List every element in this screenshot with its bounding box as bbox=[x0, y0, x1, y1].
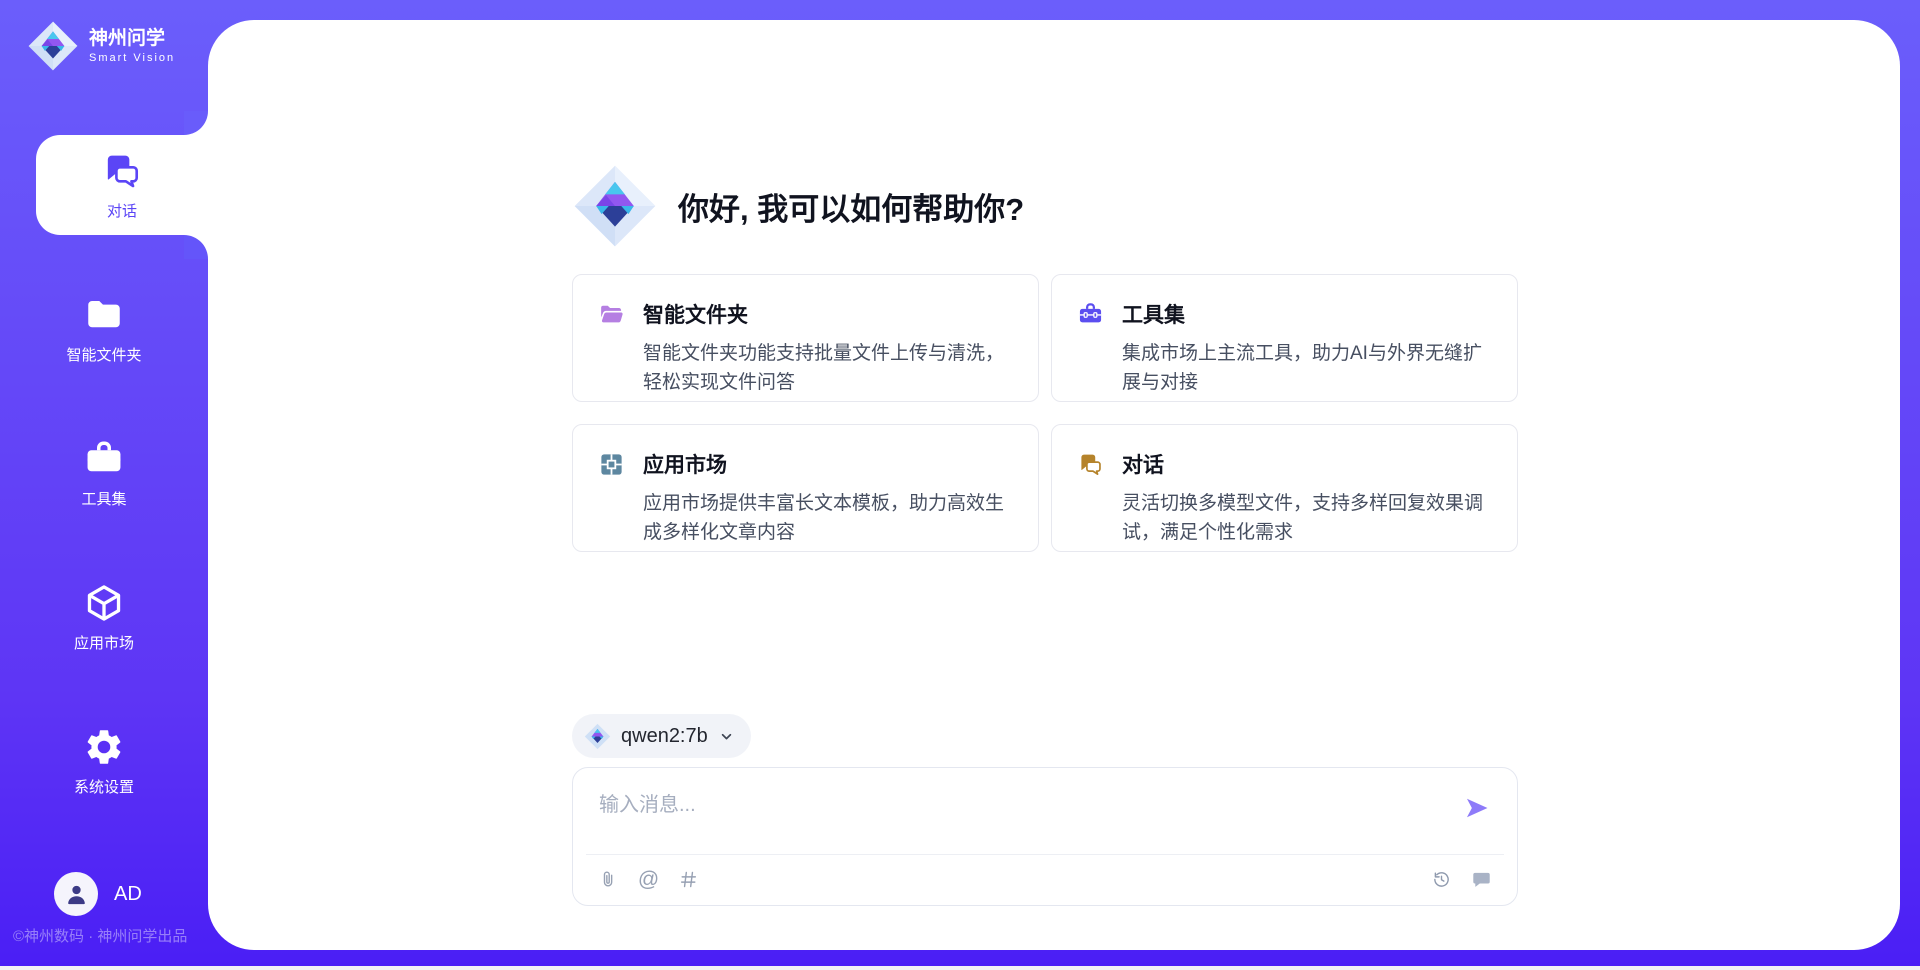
card-title: 应用市场 bbox=[643, 449, 1014, 479]
card-title: 对话 bbox=[1122, 449, 1493, 479]
model-diamond-icon bbox=[584, 723, 611, 750]
card-title: 智能文件夹 bbox=[643, 299, 1014, 329]
main-panel: 你好, 我可以如何帮助你? 智能文件夹 智能文件夹功能支持批量文件上传与清洗，轻… bbox=[208, 20, 1900, 950]
toolbox-icon bbox=[83, 438, 125, 480]
chat-bubbles-icon bbox=[1077, 451, 1104, 478]
sidebar-item-settings[interactable]: 系统设置 bbox=[0, 711, 208, 811]
card-toolset[interactable]: 工具集 集成市场上主流工具，助力AI与外界无缝扩展与对接 bbox=[1051, 274, 1518, 402]
history-icon bbox=[1431, 869, 1452, 890]
card-description: 灵活切换多模型文件，支持多样回复效果调试，满足个性化需求 bbox=[1122, 489, 1493, 547]
brand: 神州问学 Smart Vision bbox=[27, 20, 175, 72]
sidebar-item-label: 工具集 bbox=[81, 488, 126, 509]
card-app-market[interactable]: 应用市场 应用市场提供丰富长文本模板，助力高效生成多样化文章内容 bbox=[572, 424, 1039, 552]
app-grid-icon bbox=[598, 451, 625, 478]
at-icon: @ bbox=[638, 869, 659, 890]
sidebar-item-smart-folder[interactable]: 智能文件夹 bbox=[0, 279, 208, 379]
brand-name: 神州问学 bbox=[89, 28, 175, 50]
send-button[interactable] bbox=[1463, 793, 1493, 823]
model-name: qwen2:7b bbox=[621, 725, 708, 748]
toolbox-icon bbox=[1077, 301, 1104, 328]
model-selector[interactable]: qwen2:7b bbox=[572, 714, 751, 758]
mention-button[interactable]: @ bbox=[637, 868, 660, 891]
folder-icon bbox=[83, 294, 125, 336]
sidebar-item-toolset[interactable]: 工具集 bbox=[0, 423, 208, 523]
hero-diamond-icon bbox=[572, 163, 658, 249]
send-icon bbox=[1463, 794, 1491, 822]
chat-bubble-icon bbox=[1471, 869, 1492, 890]
tab-curve-bottom bbox=[184, 235, 208, 259]
card-chat[interactable]: 对话 灵活切换多模型文件，支持多样回复效果调试，满足个性化需求 bbox=[1051, 424, 1518, 552]
card-description: 智能文件夹功能支持批量文件上传与清洗，轻松实现文件问答 bbox=[643, 339, 1014, 397]
gear-icon bbox=[83, 726, 125, 768]
feature-cards: 智能文件夹 智能文件夹功能支持批量文件上传与清洗，轻松实现文件问答 工具集 集成… bbox=[572, 274, 1518, 552]
sidebar-item-label: 智能文件夹 bbox=[66, 344, 141, 365]
user-name: AD bbox=[114, 883, 142, 906]
history-button[interactable] bbox=[1430, 868, 1453, 891]
message-composer: @ bbox=[572, 767, 1518, 906]
copyright-text: ©神州数码 · 神州问学出品 bbox=[13, 925, 187, 946]
paperclip-icon bbox=[598, 869, 619, 890]
sidebar-item-app-market[interactable]: 应用市场 bbox=[0, 567, 208, 667]
card-smart-folder[interactable]: 智能文件夹 智能文件夹功能支持批量文件上传与清洗，轻松实现文件问答 bbox=[572, 274, 1039, 402]
sidebar: 神州问学 Smart Vision 对话 智能文件夹 bbox=[0, 0, 208, 970]
greeting-title: 你好, 我可以如何帮助你? bbox=[678, 184, 1024, 229]
content-column: 你好, 我可以如何帮助你? 智能文件夹 智能文件夹功能支持批量文件上传与清洗，轻… bbox=[572, 20, 1518, 950]
card-description: 应用市场提供丰富长文本模板，助力高效生成多样化文章内容 bbox=[643, 489, 1014, 547]
sidebar-item-chat[interactable]: 对话 bbox=[36, 135, 208, 235]
new-chat-button[interactable] bbox=[1470, 868, 1493, 891]
message-input[interactable] bbox=[597, 786, 1437, 846]
tab-curve-top bbox=[184, 111, 208, 135]
topic-button[interactable] bbox=[677, 868, 700, 891]
card-description: 集成市场上主流工具，助力AI与外界无缝扩展与对接 bbox=[1122, 339, 1493, 397]
card-title: 工具集 bbox=[1122, 299, 1493, 329]
brand-diamond-icon bbox=[27, 20, 79, 72]
sidebar-item-label: 对话 bbox=[107, 200, 137, 221]
sidebar-item-label: 应用市场 bbox=[74, 632, 134, 653]
folder-open-icon bbox=[598, 301, 625, 328]
cube-icon bbox=[83, 582, 125, 624]
hash-icon bbox=[678, 869, 699, 890]
bottom-edge bbox=[0, 966, 1920, 970]
composer-toolbar: @ bbox=[573, 853, 1517, 905]
greeting-block: 你好, 我可以如何帮助你? bbox=[572, 163, 1024, 249]
chat-bubbles-icon bbox=[101, 150, 143, 192]
chevron-down-icon bbox=[718, 728, 735, 745]
user-account[interactable]: AD bbox=[54, 872, 142, 916]
brand-subtitle: Smart Vision bbox=[89, 52, 175, 64]
sidebar-item-label: 系统设置 bbox=[74, 776, 134, 797]
attach-file-button[interactable] bbox=[597, 868, 620, 891]
avatar bbox=[54, 872, 98, 916]
